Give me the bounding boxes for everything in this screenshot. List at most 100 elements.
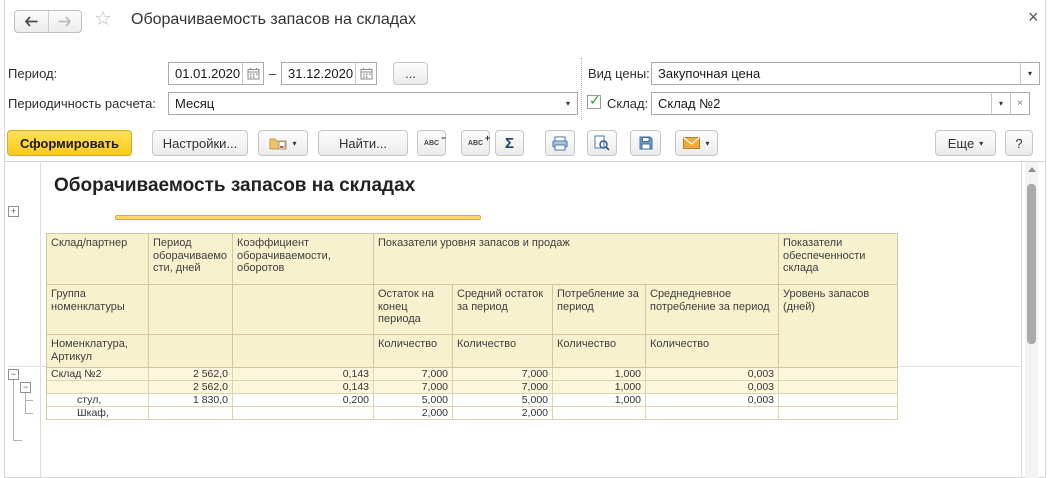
data-cell[interactable]: 0,200	[233, 394, 374, 407]
period-from-value[interactable]: 01.01.2020	[169, 66, 242, 81]
forward-arrow-icon	[58, 16, 72, 27]
data-cell[interactable]: 7,000	[374, 381, 453, 394]
scroll-up-icon[interactable]	[1028, 167, 1036, 172]
period-to-input[interactable]: 31.12.2020	[281, 62, 377, 85]
data-cell[interactable]	[149, 407, 233, 420]
send-mail-button[interactable]: ▾	[675, 130, 718, 156]
floppy-save-icon	[639, 136, 652, 150]
header-cell: Уровень запасов (дней)	[779, 285, 898, 368]
periodicity-value[interactable]: Месяц	[169, 96, 559, 111]
tree-line	[13, 380, 14, 440]
data-cell[interactable]: 1 830,0	[149, 394, 233, 407]
warehouse-combo[interactable]: Склад №2 ▾ ×	[651, 92, 1030, 115]
data-cell[interactable]: Склад №2	[47, 368, 149, 381]
data-cell[interactable]	[779, 381, 898, 394]
data-cell[interactable]: 7,000	[453, 381, 553, 394]
data-cell[interactable]	[779, 368, 898, 381]
data-cell[interactable]: 0,143	[233, 368, 374, 381]
settings-button[interactable]: Настройки...	[152, 130, 248, 156]
data-cell[interactable]: 1,000	[553, 381, 646, 394]
scrollbar-thumb[interactable]	[1027, 184, 1036, 344]
chevron-down-icon[interactable]: ▾	[1020, 63, 1039, 84]
report-margin-line	[40, 162, 41, 478]
header-cell	[233, 335, 374, 368]
header-cell: Количество	[553, 335, 646, 368]
header-cell: Остаток на конец периода	[374, 285, 453, 335]
warehouse-label: Склад:	[607, 96, 649, 111]
period-options-button[interactable]: ...	[393, 62, 428, 85]
data-cell[interactable]	[47, 381, 149, 394]
toolbar-separator	[5, 161, 1045, 162]
nav-button-group	[14, 10, 82, 33]
periodicity-combo[interactable]: Месяц ▾	[168, 92, 578, 115]
data-cell[interactable]: 2,000	[374, 407, 453, 420]
report-right-edge	[1021, 162, 1022, 478]
data-cell[interactable]: 2 562,0	[149, 368, 233, 381]
data-cell[interactable]	[646, 407, 779, 420]
page-title: Оборачиваемость запасов на складах	[131, 11, 416, 28]
warehouse-value[interactable]: Склад №2	[652, 96, 991, 111]
data-cell[interactable]: 0,003	[646, 394, 779, 407]
report-variants-button[interactable]: ▾	[258, 130, 308, 156]
data-cell[interactable]	[779, 394, 898, 407]
tree-line	[25, 400, 33, 401]
calendar-icon[interactable]	[242, 63, 263, 84]
data-cell[interactable]: 2 562,0	[149, 381, 233, 394]
generate-label: Сформировать	[19, 135, 120, 151]
data-cell[interactable]: 0,003	[646, 381, 779, 394]
abc-minus-icon: ABC −	[423, 132, 447, 147]
header-cell: Номенклатура, Артикул	[47, 335, 149, 368]
calendar-icon[interactable]	[355, 63, 376, 84]
more-button[interactable]: Еще ▾	[935, 130, 996, 156]
data-cell[interactable]	[779, 407, 898, 420]
data-cell[interactable]: стул,	[47, 394, 149, 407]
ellipsis-label: ...	[405, 66, 416, 81]
collapse-groups-button[interactable]: ABC −	[417, 130, 446, 156]
sum-button[interactable]: Σ	[495, 130, 524, 156]
report-header-expander[interactable]: +	[8, 206, 19, 217]
data-cell[interactable]	[553, 407, 646, 420]
print-button[interactable]	[545, 130, 575, 156]
data-cell[interactable]	[233, 407, 374, 420]
data-cell[interactable]: 7,000	[453, 368, 553, 381]
data-cell[interactable]: 5,000	[453, 394, 553, 407]
group-expander-nomenclature[interactable]: −	[20, 382, 31, 393]
back-button[interactable]	[15, 11, 49, 32]
chevron-down-icon[interactable]: ▾	[559, 93, 577, 114]
period-to-value[interactable]: 31.12.2020	[282, 66, 355, 81]
help-button[interactable]: ?	[1005, 130, 1033, 156]
data-cell[interactable]: 0,003	[646, 368, 779, 381]
data-cell[interactable]: 1,000	[553, 368, 646, 381]
preview-icon	[594, 135, 610, 151]
data-cell[interactable]: 1,000	[553, 394, 646, 407]
clear-icon[interactable]: ×	[1010, 93, 1029, 114]
expand-groups-button[interactable]: ABC +	[461, 130, 490, 156]
data-cell[interactable]: 0,143	[233, 381, 374, 394]
period-from-input[interactable]: 01.01.2020	[168, 62, 264, 85]
data-cell[interactable]: Шкаф,	[47, 407, 149, 420]
forward-button[interactable]	[49, 11, 82, 32]
header-cell: Склад/партнер	[47, 234, 149, 285]
data-cell[interactable]: 2,000	[453, 407, 553, 420]
header-cell: Количество	[453, 335, 553, 368]
warehouse-checkbox[interactable]: ✓	[587, 92, 601, 109]
price-type-value[interactable]: Закупочная цена	[652, 66, 1020, 81]
price-type-combo[interactable]: Закупочная цена ▾	[651, 62, 1040, 85]
abc-plus-icon: ABC +	[467, 132, 491, 147]
header-cell: Среднедневное потребление за период	[646, 285, 779, 335]
data-cell[interactable]: 7,000	[374, 368, 453, 381]
close-icon[interactable]: ×	[1028, 8, 1039, 26]
chevron-down-icon[interactable]: ▾	[991, 93, 1010, 114]
data-cell[interactable]: 5,000	[374, 394, 453, 407]
window-left-border	[4, 0, 5, 478]
save-button[interactable]	[630, 130, 661, 156]
more-label: Еще	[947, 135, 975, 151]
favorite-star-icon[interactable]: ☆	[94, 8, 112, 30]
header-cell: Показатели обеспеченности склада	[779, 234, 898, 285]
generate-button[interactable]: Сформировать	[7, 130, 132, 156]
preview-button[interactable]	[587, 130, 617, 156]
find-button[interactable]: Найти...	[318, 130, 408, 156]
header-cell: Потребление за период	[553, 285, 646, 335]
find-label: Найти...	[339, 135, 387, 151]
group-expander-warehouse[interactable]: −	[8, 369, 19, 380]
